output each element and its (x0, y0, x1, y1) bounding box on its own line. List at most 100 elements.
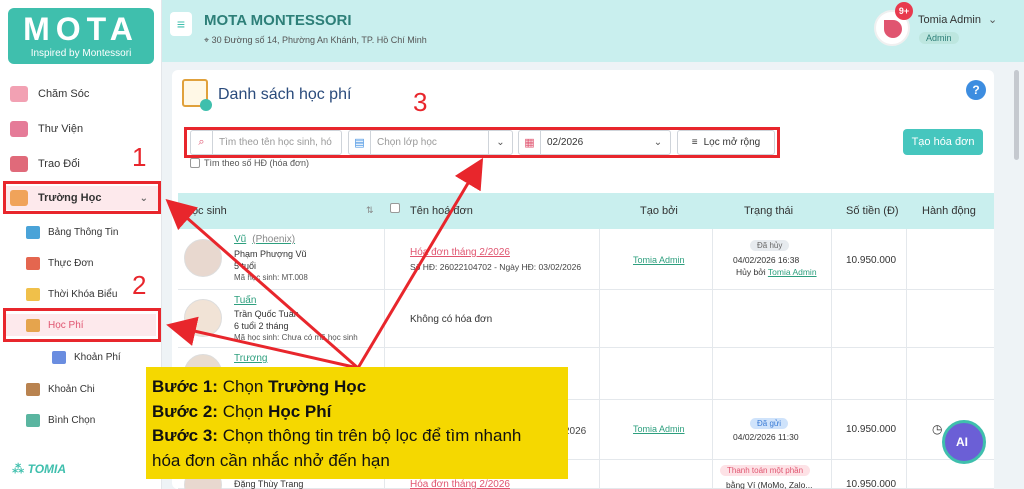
status-badge: Đã hủy (750, 240, 790, 251)
instruction-callout: Bước 1: Chọn Trường Học Bước 2: Chọn Học… (146, 367, 568, 479)
no-invoice-text: Không có hóa đơn (410, 314, 493, 325)
student-avatar (184, 299, 222, 337)
header-invoice-name: Tên hoá đơn (410, 205, 473, 217)
step-3-line-2: hóa đơn cần nhắc nhở đến hạn (152, 450, 390, 470)
student-nickname[interactable]: Vũ (Phoenix) (234, 234, 295, 245)
logo[interactable]: MOTA Inspired by Montessori (8, 8, 154, 64)
sidebar-item-thu-vien[interactable]: Thư Viện (10, 117, 83, 141)
header-actions: Hành động (922, 205, 976, 217)
student-nickname[interactable]: Tuấn (234, 295, 256, 306)
clock-icon[interactable]: ◷ (932, 422, 942, 436)
page-title: Danh sách học phí (218, 86, 352, 103)
sidebar-subitem-khoan-chi[interactable]: Khoản Chi (26, 378, 95, 400)
student-nickname[interactable]: Trương (234, 353, 267, 364)
school-name: MOTA MONTESSORI (204, 12, 352, 29)
top-header: ≡ MOTA MONTESSORI ⌖ 30 Đường số 14, Phườ… (162, 0, 1024, 62)
header-created-by: Tạo bởi (640, 205, 678, 217)
sidebar-item-label: Thư Viện (38, 123, 84, 135)
step-2-line: Bước 2: Chọn Học Phí (152, 400, 562, 425)
hamburger-menu-icon[interactable]: ≡ (170, 12, 192, 36)
step-2-bold: Học Phí (268, 401, 332, 421)
annotation-box-step3 (184, 127, 780, 158)
checkbox[interactable] (190, 158, 200, 168)
header-student[interactable]: Học sinh (184, 205, 227, 217)
annotation-box-step1 (3, 181, 161, 214)
select-all-checkbox[interactable] (390, 203, 400, 216)
vote-icon (26, 413, 40, 427)
address-text: 30 Đường số 14, Phường An Khánh, TP. Hồ … (211, 35, 427, 45)
sidebar-item-cham-soc[interactable]: Chăm Sóc (10, 82, 89, 106)
sidebar-subitem-thuc-don[interactable]: Thực Đơn (26, 252, 93, 274)
student-age: 5 tuổi (234, 261, 257, 271)
created-by[interactable]: Tomia Admin (633, 255, 685, 265)
sidebar-subitem-label: Thời Khóa Biểu (48, 288, 118, 300)
timetable-icon (26, 287, 40, 301)
ai-assistant-icon[interactable] (942, 420, 986, 464)
column-divider (906, 229, 907, 489)
care-icon (10, 86, 28, 102)
sidebar-item-trao-doi[interactable]: Trao Đổi (10, 152, 80, 176)
cancel-prefix: Hủy bởi (736, 267, 766, 277)
user-role-badge: Admin (919, 32, 959, 44)
cancel-info: Hủy bởi Tomia Admin (736, 267, 817, 277)
library-icon (10, 121, 28, 137)
student-code: Mã học sinh: Chưa có mã học sinh (234, 333, 358, 342)
amount: 10.950.000 (846, 479, 897, 489)
step-3-text: Chọn thông tin trên bộ lọc để tìm nhanh (222, 426, 522, 445)
student-code: Mã học sinh: MT.008 (234, 273, 308, 282)
megaphone-icon (26, 225, 40, 239)
scrollbar[interactable] (1014, 70, 1019, 160)
student-full-name: Đặng Thùy Trang (234, 479, 304, 489)
sort-icon[interactable]: ⇅ (366, 205, 374, 216)
header-status: Trạng thái (744, 205, 794, 217)
sidebar-subitem-khoan-phi[interactable]: Khoản Phí (52, 346, 121, 368)
step-1-text: Chọn (222, 377, 269, 396)
step-3-prefix: Bước 3: (152, 426, 218, 445)
invoice-title[interactable]: Hóa đơn tháng 2/2026 (410, 479, 510, 489)
school-address: ⌖ 30 Đường số 14, Phường An Khánh, TP. H… (204, 35, 427, 45)
sidebar-subitem-label: Thực Đơn (48, 257, 94, 269)
created-by[interactable]: Tomia Admin (633, 424, 685, 434)
student-full-name: Trần Quốc Tuấn (234, 309, 299, 319)
table-row[interactable]: Vũ (Phoenix) Phạm Phượng Vũ 5 tuổi Mã học… (178, 229, 994, 290)
logo-subtitle: Inspired by Montessori (30, 48, 132, 59)
books-icon (52, 350, 66, 364)
chevron-down-icon[interactable]: ⌄ (988, 13, 997, 26)
student-age: 6 tuổi 2 tháng (234, 321, 289, 331)
table-row[interactable]: Tuấn Trần Quốc Tuấn 6 tuổi 2 tháng Mã họ… (178, 290, 994, 348)
footer-brand-text: TOMIA (27, 462, 67, 476)
sidebar-subitem-label: Khoản Phí (74, 351, 121, 363)
footer-brand: ⁂ TOMIA (12, 462, 67, 476)
invoice-meta: Số HĐ: 26022104702 - Ngày HĐ: 03/02/2026 (410, 262, 582, 272)
checkbox[interactable] (390, 203, 400, 213)
status-badge: Đã gửi (750, 418, 789, 429)
column-divider (712, 229, 713, 489)
status-extra: bằng Ví (MoMo, Zalo... (726, 480, 813, 489)
invoice-title[interactable]: Hóa đơn tháng 2/2026 (410, 247, 510, 258)
expense-icon (26, 382, 40, 396)
cancel-by-link[interactable]: Tomia Admin (768, 267, 817, 277)
checkbox-label: Tìm theo số HĐ (hóa đơn) (204, 158, 309, 168)
step-1-prefix: Bước 1: (152, 377, 218, 396)
step-1-line: Bước 1: Chọn Trường Học (152, 375, 562, 400)
menu-icon (26, 256, 40, 270)
create-invoice-button[interactable]: Tạo hóa đơn (903, 129, 983, 155)
sidebar-subitem-binh-chon[interactable]: Bình Chọn (26, 409, 95, 431)
amount: 10.950.000 (846, 424, 897, 435)
step-2-prefix: Bước 2: (152, 401, 218, 421)
status-time: 04/02/2026 16:38 (733, 255, 800, 265)
sidebar-item-label: Trao Đổi (38, 158, 80, 170)
annotation-number-3: 3 (413, 87, 428, 117)
notification-badge[interactable]: 9+ (895, 2, 913, 20)
nickname-text[interactable]: Vũ (234, 234, 246, 245)
step-3-line: Bước 3: Chọn thông tin trên bộ lọc để tì… (152, 424, 562, 449)
user-name[interactable]: Tomia Admin (918, 14, 981, 26)
sidebar-subitem-label: Bình Chọn (48, 414, 96, 426)
search-by-invoice-checkbox[interactable]: Tìm theo số HĐ (hóa đơn) (190, 158, 309, 168)
sidebar-subitem-thoi-khoa-bieu[interactable]: Thời Khóa Biểu (26, 283, 117, 305)
table-header: Học sinh ⇅ Tên hoá đơn Tạo bởi Trạng thá… (178, 193, 994, 229)
sidebar-subitem-bang-thong-tin[interactable]: Bảng Thông Tin (26, 221, 118, 243)
help-icon[interactable]: ? (966, 80, 986, 100)
status-time: 04/02/2026 11:30 (733, 432, 799, 442)
chat-icon (10, 156, 28, 172)
